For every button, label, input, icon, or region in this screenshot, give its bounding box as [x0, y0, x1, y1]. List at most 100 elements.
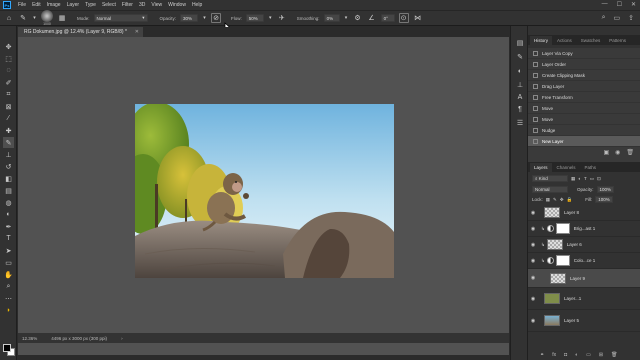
- visibility-eye-icon[interactable]: ◉: [528, 242, 538, 248]
- add-mask-icon[interactable]: ◘: [564, 352, 567, 358]
- menu-3d[interactable]: 3D: [137, 2, 147, 8]
- airbrush-icon[interactable]: ✈: [277, 13, 287, 23]
- lock-pixels-icon[interactable]: ▦: [546, 197, 550, 203]
- photoshop-logo-icon[interactable]: Ps: [3, 1, 11, 9]
- link-layers-icon[interactable]: ⚭: [540, 352, 544, 358]
- layer-filter-select[interactable]: ⌕ Kind: [532, 175, 568, 182]
- healing-brush-tool-icon[interactable]: ✚: [3, 125, 14, 136]
- filter-smart-icon[interactable]: ⊡: [597, 176, 601, 182]
- brush-settings-panel-icon[interactable]: ✎: [515, 52, 525, 62]
- dodge-tool-icon[interactable]: ◐: [3, 209, 14, 220]
- layer-row[interactable]: ◉ ↳ Colo...ce 1: [528, 253, 640, 269]
- tab-channels[interactable]: Channels: [553, 163, 580, 172]
- filter-shape-icon[interactable]: ▭: [590, 176, 594, 182]
- workspace-icon[interactable]: ▭: [614, 14, 621, 22]
- layer-row-selected[interactable]: ◉ Layer 9: [528, 269, 640, 288]
- history-item[interactable]: Free Transform: [528, 92, 640, 103]
- history-item[interactable]: Layer Order: [528, 59, 640, 70]
- blur-tool-icon[interactable]: ◍: [3, 197, 14, 208]
- symmetry-icon[interactable]: ⋈: [413, 13, 423, 23]
- brush-tool-icon[interactable]: ✎: [18, 13, 28, 23]
- menu-file[interactable]: File: [16, 2, 28, 8]
- history-item-selected[interactable]: New Layer: [528, 136, 640, 147]
- flow-field[interactable]: 50%: [245, 14, 264, 22]
- snapshot-icon[interactable]: ◉: [615, 149, 620, 156]
- menu-window[interactable]: Window: [166, 2, 188, 8]
- visibility-eye-icon[interactable]: ◉: [528, 210, 538, 216]
- tab-layers[interactable]: Layers: [530, 163, 552, 172]
- smoothing-settings-icon[interactable]: ⚙: [353, 13, 363, 23]
- layer-mask-thumbnail[interactable]: [555, 223, 570, 234]
- pressure-size-icon[interactable]: ⊙: [398, 13, 409, 23]
- home-icon[interactable]: ⌂: [4, 13, 14, 23]
- new-document-from-state-icon[interactable]: ▣: [603, 149, 609, 156]
- fill-field[interactable]: 100%: [595, 196, 613, 203]
- zoom-level[interactable]: 12.36%: [22, 336, 37, 341]
- chevron-right-icon[interactable]: ›: [121, 336, 123, 341]
- crop-tool-icon[interactable]: ⌗: [3, 89, 14, 100]
- history-item[interactable]: Move: [528, 114, 640, 125]
- tab-paths[interactable]: Paths: [581, 163, 601, 172]
- lock-paint-icon[interactable]: ✎: [553, 197, 557, 203]
- close-icon[interactable]: ✕: [631, 1, 636, 8]
- tab-swatches[interactable]: Swatches: [577, 36, 605, 45]
- chevron-down-icon[interactable]: ▾: [344, 13, 349, 23]
- close-icon[interactable]: ✕: [135, 29, 139, 35]
- visibility-eye-icon[interactable]: ◉: [528, 226, 538, 232]
- history-item[interactable]: Create Clipping Mask: [528, 70, 640, 81]
- type-tool-icon[interactable]: T: [3, 233, 14, 244]
- brushes-panel-icon[interactable]: ◐: [515, 66, 525, 76]
- trash-icon[interactable]: 🗑: [611, 352, 617, 358]
- brush-preset-icon[interactable]: [41, 10, 53, 22]
- menu-layer[interactable]: Layer: [65, 2, 82, 8]
- maximize-icon[interactable]: ☐: [617, 1, 622, 8]
- pen-tool-icon[interactable]: ✒: [3, 221, 14, 232]
- mode-select[interactable]: Normal ▾: [93, 14, 148, 22]
- character-panel-icon[interactable]: A: [515, 92, 525, 102]
- menu-help[interactable]: Help: [190, 2, 204, 8]
- angle-field[interactable]: 0°: [380, 14, 395, 22]
- foreground-color-swatch[interactable]: [3, 344, 11, 352]
- visibility-eye-icon[interactable]: ◉: [528, 275, 538, 281]
- visibility-eye-icon[interactable]: ◉: [528, 258, 538, 264]
- zoom-tool-icon[interactable]: ⌕: [3, 281, 14, 292]
- blend-mode-select[interactable]: Normal: [532, 186, 568, 193]
- layer-row[interactable]: ◉ Layer...1: [528, 288, 640, 310]
- history-item[interactable]: Drag Layer: [528, 81, 640, 92]
- eyedropper-tool-icon[interactable]: ⁄: [3, 113, 14, 124]
- new-layer-icon[interactable]: ⊞: [599, 352, 603, 358]
- lock-all-icon[interactable]: 🔒: [567, 197, 573, 203]
- layer-row[interactable]: ◉ ↳ Brig...ast 1: [528, 221, 640, 237]
- move-tool-icon[interactable]: ✥: [3, 41, 14, 52]
- lasso-tool-icon[interactable]: ◌: [3, 65, 14, 76]
- pressure-opacity-icon[interactable]: ⊘: [211, 13, 222, 23]
- tab-actions[interactable]: Actions: [553, 36, 576, 45]
- eraser-tool-icon[interactable]: ◧: [3, 173, 14, 184]
- history-panel-icon[interactable]: ▤: [515, 38, 525, 48]
- history-brush-tool-icon[interactable]: ↺: [3, 161, 14, 172]
- menu-select[interactable]: Select: [100, 2, 118, 8]
- marquee-tool-icon[interactable]: ⬚: [3, 53, 14, 64]
- layer-row[interactable]: ◉ ↳ Layer 6: [528, 237, 640, 253]
- chevron-down-icon[interactable]: ▾: [202, 13, 207, 23]
- history-item[interactable]: Layer Via Copy: [528, 48, 640, 59]
- smoothing-field[interactable]: 0%: [323, 14, 340, 22]
- opacity-field[interactable]: 30%: [180, 14, 199, 22]
- new-adjustment-icon[interactable]: ◐: [575, 352, 578, 358]
- filter-adjustment-icon[interactable]: ◐: [578, 176, 581, 181]
- filter-type-icon[interactable]: T: [584, 176, 587, 181]
- visibility-eye-icon[interactable]: ◉: [528, 318, 538, 324]
- minimize-icon[interactable]: —: [602, 1, 608, 8]
- canvas-area[interactable]: [18, 37, 509, 355]
- visibility-eye-icon[interactable]: ◉: [528, 296, 538, 302]
- menu-image[interactable]: Image: [45, 2, 63, 8]
- brush-settings-icon[interactable]: ▦: [57, 13, 67, 23]
- filter-pixel-icon[interactable]: ▦: [571, 176, 575, 182]
- search-icon[interactable]: ⌕: [602, 14, 606, 22]
- history-item[interactable]: Nudge: [528, 125, 640, 136]
- path-select-tool-icon[interactable]: ➤: [3, 245, 14, 256]
- properties-panel-icon[interactable]: ☰: [515, 118, 525, 128]
- history-item[interactable]: Move: [528, 103, 640, 114]
- menu-edit[interactable]: Edit: [30, 2, 43, 8]
- rectangle-tool-icon[interactable]: ▭: [3, 257, 14, 268]
